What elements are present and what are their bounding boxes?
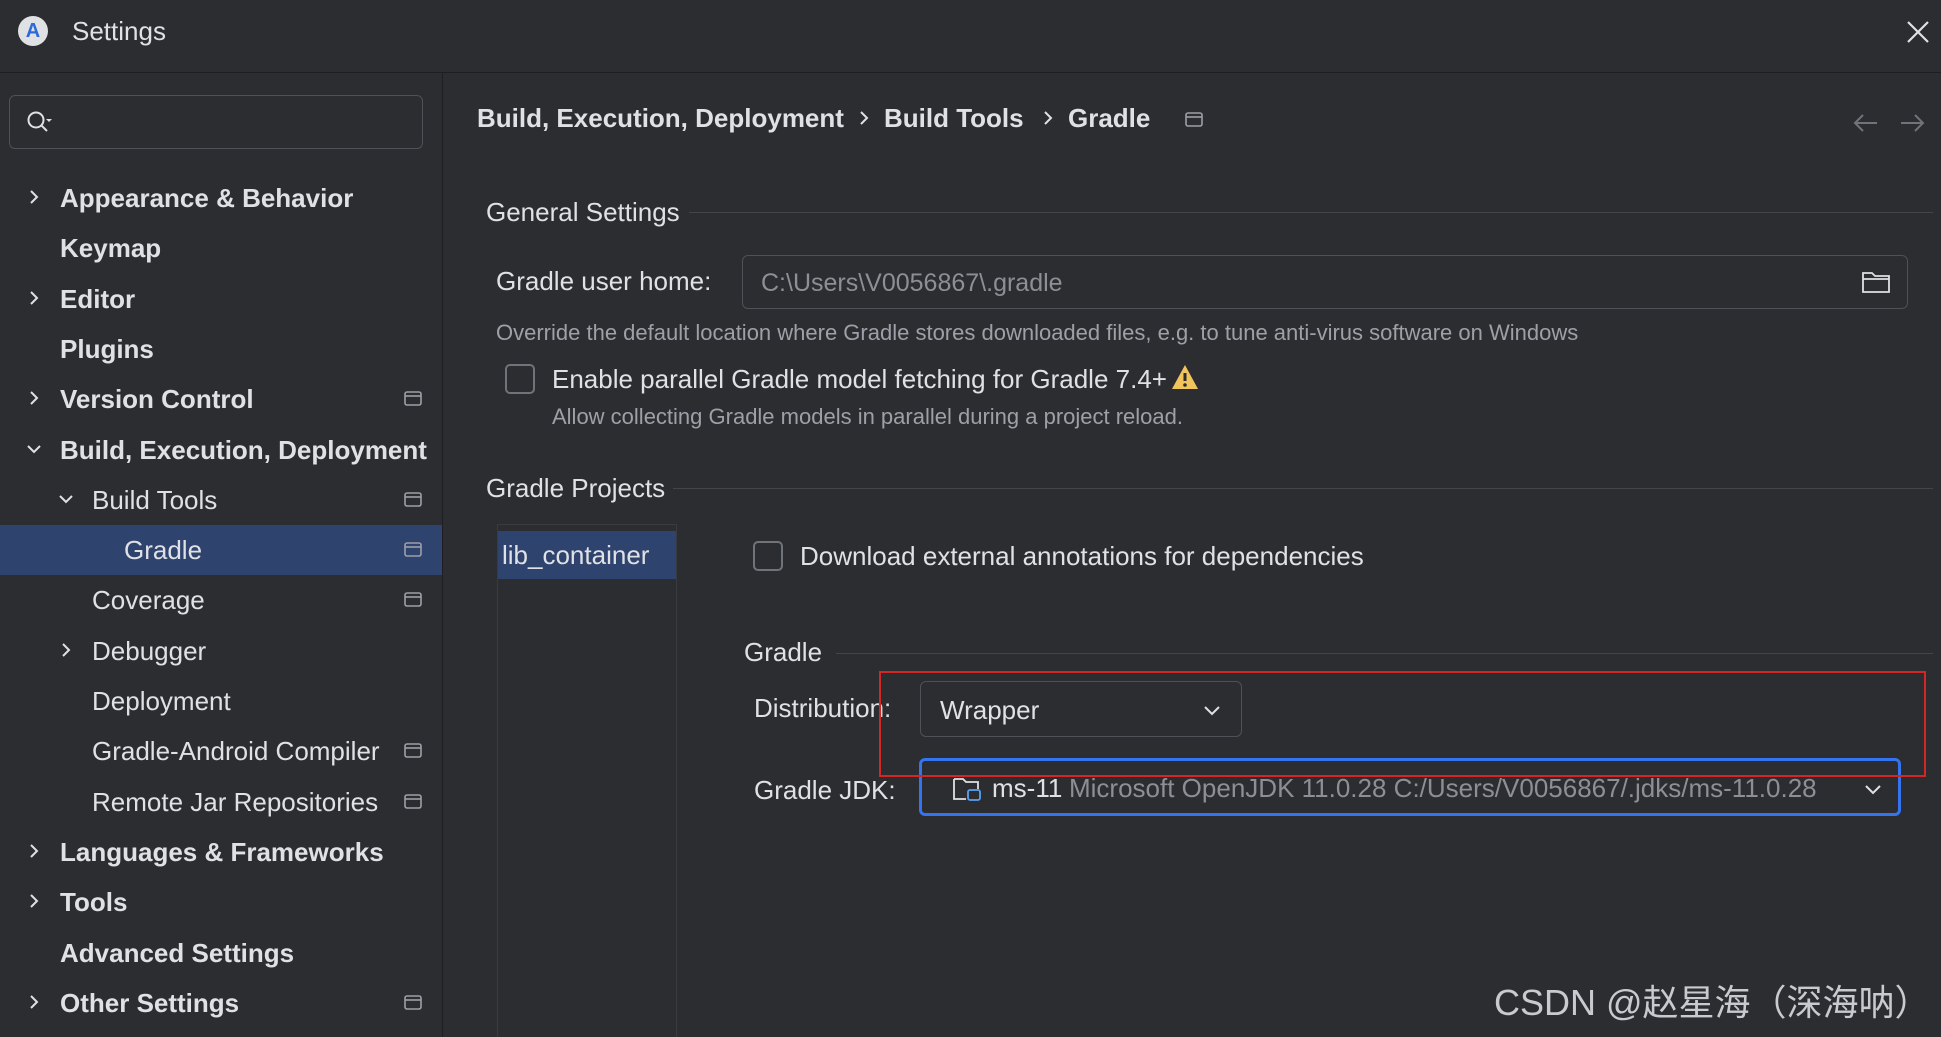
sidebar-item-label: Languages & Frameworks <box>60 836 384 867</box>
gradle-user-home-hint: Override the default location where Grad… <box>496 320 1579 345</box>
sidebar-item-label: Version Control <box>60 384 254 415</box>
gradle-user-home-field[interactable]: C:\Users\V0056867\.gradle <box>742 255 1908 309</box>
gradle-jdk-label: Gradle JDK: <box>754 775 896 805</box>
sidebar-item-label: Advanced Settings <box>60 937 295 968</box>
close-icon[interactable] <box>1900 14 1936 50</box>
pin-icon <box>404 743 422 759</box>
sidebar-item-label: Editor <box>60 283 136 314</box>
pin-icon <box>1185 112 1203 127</box>
sidebar-item-label: Tools <box>60 887 128 918</box>
project-list-item[interactable]: lib_container <box>498 531 676 579</box>
pin-icon <box>404 592 422 608</box>
sidebar-item-label: Appearance & Behavior <box>60 183 354 213</box>
window-title: Settings <box>72 16 166 46</box>
sidebar-item[interactable]: Debugger <box>0 626 442 676</box>
settings-sidebar: Appearance & Behavior Keymap Editor Plugins… <box>0 73 443 1037</box>
chevron-right-icon <box>1044 111 1053 125</box>
download-annotations-checkbox[interactable] <box>753 541 783 571</box>
sidebar-item-label: Coverage <box>92 585 205 616</box>
chevron-right-icon <box>860 111 869 125</box>
pin-icon <box>404 391 422 406</box>
sidebar-item[interactable]: Build, Execution, Deployment <box>0 425 442 475</box>
sidebar-item-label: Gradle-Android Compiler <box>92 736 380 767</box>
title-bar: A Settings <box>0 0 1941 73</box>
distribution-label: Distribution: <box>754 693 892 723</box>
pin-icon <box>404 491 422 507</box>
sidebar-item[interactable]: Appearance & Behavior <box>0 173 442 223</box>
sidebar-item[interactable]: Other Settings <box>0 978 442 1028</box>
highlight-annotation-box <box>879 671 1926 777</box>
parallel-fetching-checkbox[interactable] <box>505 364 535 394</box>
search-input[interactable] <box>66 104 410 142</box>
parallel-fetching-label[interactable]: Enable parallel Gradle model fetching fo… <box>552 364 1167 394</box>
sidebar-item[interactable]: Editor <box>0 274 442 324</box>
chevron-right-icon[interactable] <box>23 991 45 1013</box>
sidebar-item-label: Debugger <box>92 635 207 666</box>
sidebar-item[interactable]: Remote Jar Repositories <box>0 777 442 827</box>
sidebar-item[interactable]: Deployment <box>0 676 442 726</box>
gradle-user-home-label: Gradle user home: <box>496 266 712 296</box>
jdk-name: ms-11 <box>992 773 1063 803</box>
settings-content: Build, Execution, Deployment Build Tools… <box>443 73 1941 1037</box>
chevron-right-icon[interactable] <box>23 840 45 862</box>
section-divider <box>689 212 1933 213</box>
android-studio-logo-icon: A <box>18 16 48 46</box>
sidebar-item-label: Build Tools <box>92 484 218 515</box>
sidebar-item[interactable]: Coverage <box>0 575 442 625</box>
gradle-projects-title: Gradle Projects <box>486 473 666 503</box>
sidebar-item[interactable]: Gradle <box>0 525 442 576</box>
chevron-right-icon[interactable] <box>23 287 45 309</box>
sidebar-item-label: Other Settings <box>60 987 240 1018</box>
sidebar-item[interactable]: Keymap <box>0 223 442 273</box>
gradle-projects-list: lib_container <box>497 524 677 1037</box>
sidebar-item[interactable]: Languages & Frameworks <box>0 827 442 877</box>
search-icon <box>27 111 52 132</box>
sidebar-item-label: Keymap <box>60 233 162 264</box>
chevron-right-icon[interactable] <box>23 890 45 912</box>
chevron-down-icon <box>1865 785 1881 795</box>
chevron-down-icon[interactable] <box>55 488 77 510</box>
breadcrumb-item-current: Gradle <box>1068 103 1151 133</box>
sidebar-item-label: Plugins <box>60 333 154 364</box>
warning-icon <box>1172 365 1198 389</box>
sidebar-item[interactable]: Plugins <box>0 324 442 374</box>
search-box[interactable] <box>9 95 423 149</box>
chevron-down-icon[interactable] <box>23 438 45 460</box>
pin-icon <box>404 793 422 809</box>
sidebar-item[interactable]: Version Control <box>0 374 442 424</box>
arrow-left-icon[interactable] <box>1851 111 1881 135</box>
sidebar-item[interactable]: Build Tools <box>0 475 442 525</box>
watermark: CSDN @赵星海（深海呐） <box>1494 982 1931 1023</box>
jdk-folder-icon <box>953 778 981 801</box>
breadcrumb-item[interactable]: Build Tools <box>884 103 1024 133</box>
chevron-right-icon[interactable] <box>55 639 77 661</box>
sidebar-item[interactable]: Tools <box>0 877 442 927</box>
sidebar-item-label: Gradle <box>124 535 203 566</box>
sidebar-item[interactable]: Advanced Settings <box>0 928 442 978</box>
chevron-right-icon[interactable] <box>23 186 45 208</box>
breadcrumb-item[interactable]: Build, Execution, Deployment <box>477 103 844 133</box>
parallel-fetching-hint: Allow collecting Gradle models in parall… <box>552 404 1183 429</box>
project-name: lib_container <box>502 540 650 570</box>
pin-icon <box>404 994 422 1010</box>
pin-icon <box>404 542 422 557</box>
sidebar-item-label: Remote Jar Repositories <box>92 786 379 817</box>
section-divider <box>836 653 1933 654</box>
sidebar-item[interactable]: Gradle-Android Compiler <box>0 726 442 776</box>
folder-icon[interactable] <box>1861 269 1891 295</box>
jdk-detail: Microsoft OpenJDK 11.0.28 C:/Users/V0056… <box>1069 773 1817 803</box>
sidebar-item-label: Build, Execution, Deployment <box>60 434 427 465</box>
download-annotations-label[interactable]: Download external annotations for depend… <box>800 541 1364 571</box>
general-settings-title: General Settings <box>486 197 680 227</box>
gradle-user-home-value: C:\Users\V0056867\.gradle <box>761 269 1063 297</box>
section-divider <box>673 488 1933 489</box>
arrow-right-icon[interactable] <box>1897 111 1927 135</box>
gradle-section-title: Gradle <box>744 637 823 667</box>
chevron-right-icon[interactable] <box>23 387 45 409</box>
sidebar-item-label: Deployment <box>92 686 231 716</box>
